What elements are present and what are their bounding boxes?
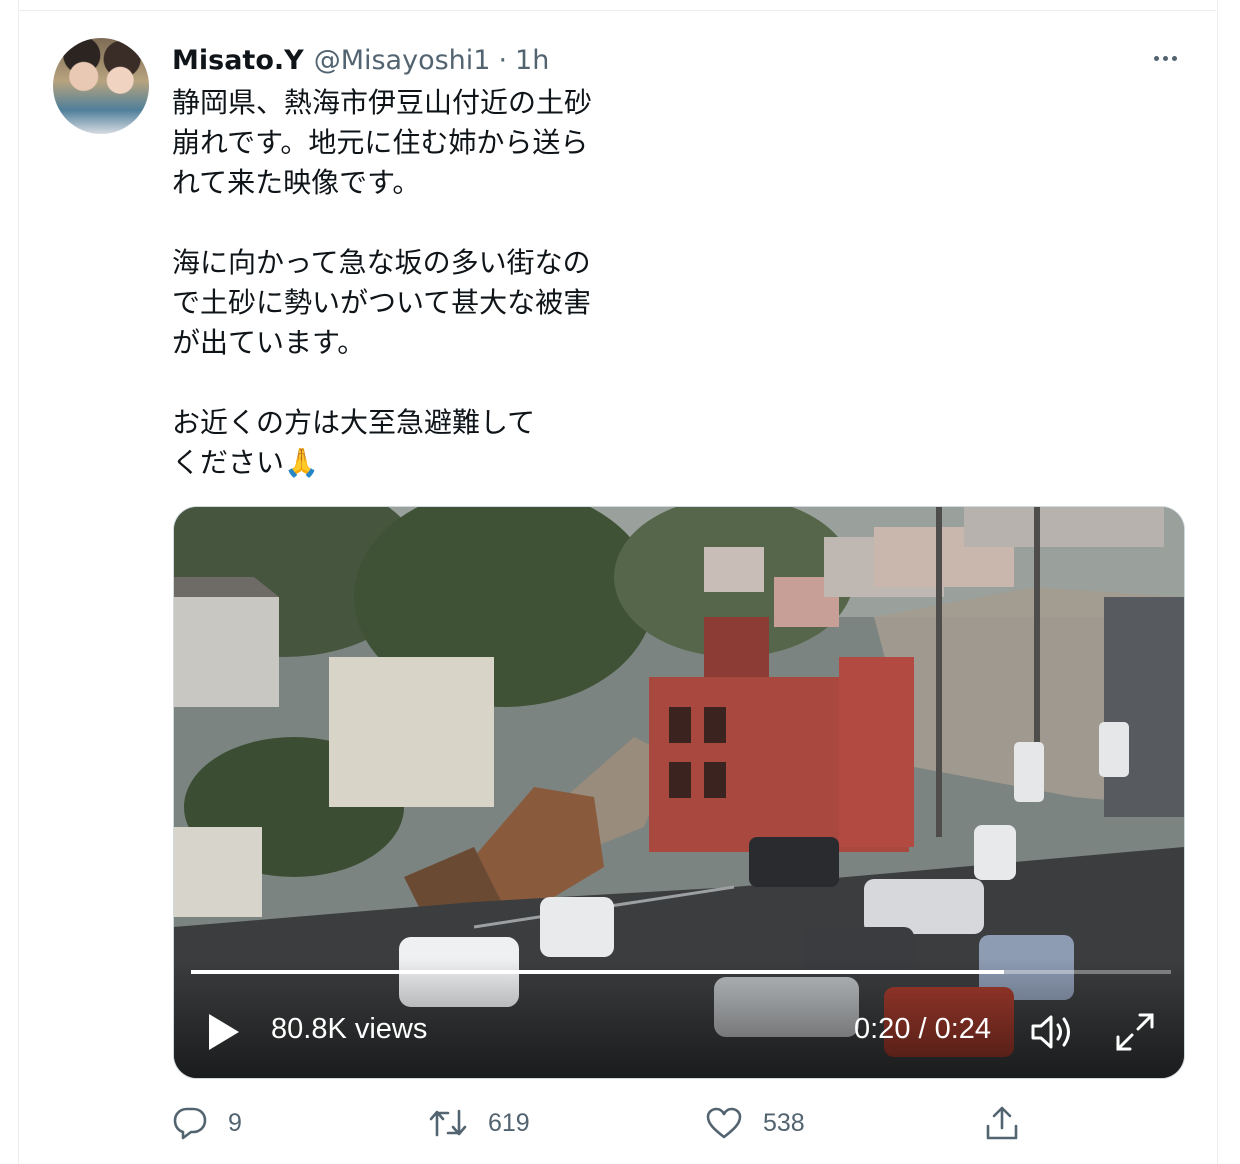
like-button[interactable]: 538: [705, 1100, 805, 1146]
tweet-actions: 9 619 538: [172, 1100, 1072, 1146]
avatar[interactable]: [53, 38, 149, 134]
share-icon: [986, 1106, 1018, 1140]
more-options-button[interactable]: [1147, 47, 1183, 69]
reply-button[interactable]: 9: [172, 1100, 242, 1146]
display-name[interactable]: Misato.Y: [172, 45, 304, 76]
share-button[interactable]: [984, 1100, 1020, 1146]
tweet-timestamp[interactable]: 1h: [515, 45, 549, 76]
more-icon: [1153, 55, 1159, 61]
tweet-text: 静岡県、熱海市伊豆山付近の土砂 崩れです。地元に住む姉から送ら れて来た映像です…: [172, 86, 593, 479]
fullscreen-icon: [1116, 1013, 1154, 1051]
play-icon: [209, 1014, 239, 1050]
reply-count: 9: [228, 1108, 242, 1137]
video-progress: [191, 970, 1005, 974]
like-count: 538: [763, 1108, 805, 1137]
video-player[interactable]: 80.8K views 0:20 / 0:24: [173, 506, 1185, 1079]
video-time: 0:20 / 0:24: [854, 1013, 992, 1045]
retweet-icon: [429, 1109, 467, 1137]
video-scrubber[interactable]: [191, 970, 1171, 974]
view-count: 80.8K views: [271, 1013, 428, 1045]
reply-icon: [173, 1107, 207, 1140]
tweet-header: Misato.Y @Misayoshi1 · 1h: [172, 40, 549, 80]
heart-icon: [706, 1107, 742, 1139]
retweet-count: 619: [488, 1108, 530, 1137]
separator-dot: ·: [498, 44, 508, 76]
volume-button[interactable]: [1030, 1011, 1076, 1053]
volume-icon: [1031, 1015, 1070, 1049]
divider: [18, 10, 1216, 11]
user-handle[interactable]: @Misayoshi1: [314, 45, 491, 76]
play-button[interactable]: [207, 1012, 241, 1052]
fullscreen-button[interactable]: [1114, 1011, 1156, 1053]
retweet-button[interactable]: 619: [428, 1100, 530, 1146]
